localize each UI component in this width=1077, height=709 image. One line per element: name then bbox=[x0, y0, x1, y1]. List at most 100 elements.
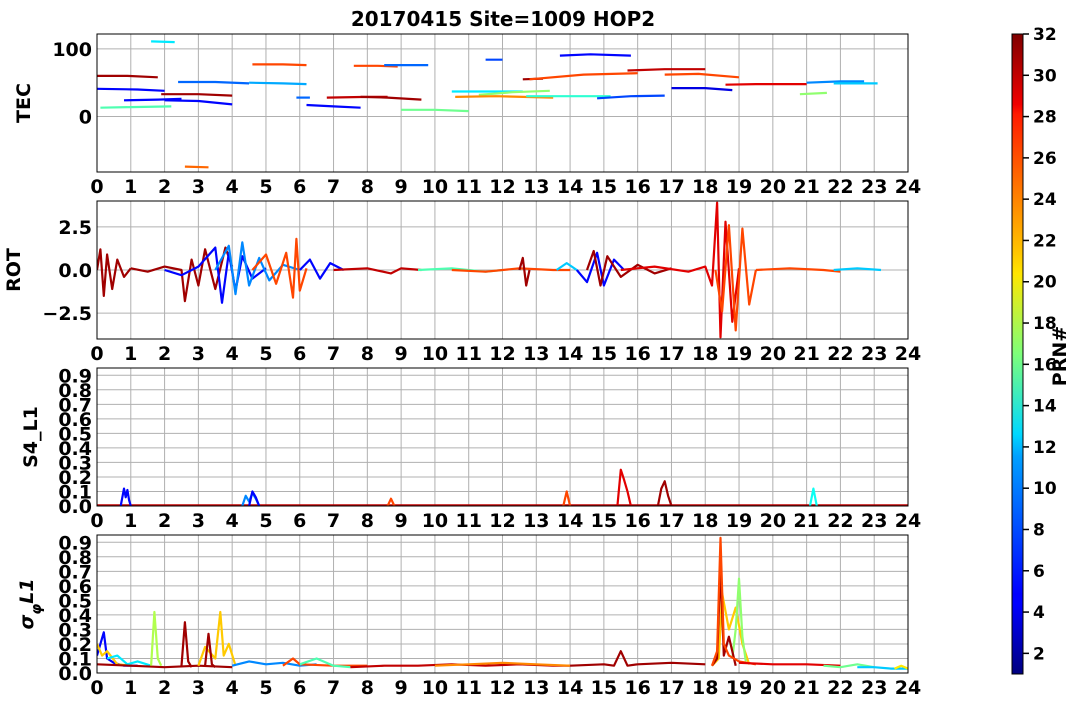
x-tick-label: 8 bbox=[361, 176, 374, 198]
x-tick-label: 5 bbox=[259, 176, 272, 198]
x-tick-label: 13 bbox=[523, 343, 549, 365]
x-tick-label: 4 bbox=[226, 510, 239, 532]
x-tick-label: 17 bbox=[658, 343, 684, 365]
x-tick-label: 11 bbox=[455, 343, 481, 365]
x-tick-label: 21 bbox=[793, 677, 819, 699]
series-line-prn-17 bbox=[799, 91, 827, 96]
x-tick-label: 2 bbox=[158, 176, 171, 198]
x-tick-label: 11 bbox=[455, 176, 481, 198]
colorbar: 2468101214161820222426283032 PRN# bbox=[1011, 25, 1071, 675]
x-tick-label: 10 bbox=[422, 510, 448, 532]
y-tick-label: 0 bbox=[79, 107, 92, 129]
colorbar-tick-label: 28 bbox=[1033, 108, 1057, 128]
x-tick-label: 2 bbox=[158, 677, 171, 699]
x-tick-label: 4 bbox=[226, 677, 239, 699]
series-line-prn-10 bbox=[249, 81, 307, 86]
x-tick-label: 6 bbox=[293, 677, 306, 699]
x-tick-label: 16 bbox=[624, 677, 650, 699]
x-tick-label: 16 bbox=[624, 176, 650, 198]
x-tick-label: 10 bbox=[422, 176, 448, 198]
y-tick-label: 100 bbox=[52, 39, 92, 61]
x-tick-label: 9 bbox=[395, 510, 408, 532]
colorbar-tick-label: 30 bbox=[1033, 66, 1057, 86]
series-line-prn-5 bbox=[559, 53, 631, 57]
x-tick-label: 12 bbox=[489, 510, 515, 532]
x-tick-label: 7 bbox=[327, 176, 340, 198]
x-tick-label: 4 bbox=[226, 343, 239, 365]
colorbar-label: PRN# bbox=[1049, 326, 1071, 386]
x-tick-label: 5 bbox=[259, 677, 272, 699]
x-tick-label: 3 bbox=[192, 677, 205, 699]
y-tick-label: 2.5 bbox=[58, 217, 92, 239]
colorbar-tick-label: 14 bbox=[1033, 397, 1057, 417]
x-tick-label: 18 bbox=[692, 343, 718, 365]
panel-3: 0 1 2 3 4 5 6 7 8 9 10 11 12 13 14 15 16 17 18 19 20 21 22 23 24… bbox=[20, 365, 921, 532]
x-tick-label: 16 bbox=[624, 343, 650, 365]
series-line-prn-29 bbox=[725, 82, 807, 86]
x-tick-label: 10 bbox=[422, 677, 448, 699]
panel-4: 0 1 2 3 4 5 6 7 8 9 10 11 12 13 14 15 16 17 18 19 20 21 22 23 24… bbox=[16, 532, 921, 699]
y-tick-label: −2.5 bbox=[42, 303, 92, 325]
x-tick-label: 16 bbox=[624, 510, 650, 532]
y-tick-label: 0.9 bbox=[58, 532, 92, 554]
x-tick-label: 18 bbox=[692, 176, 718, 198]
colorbar-tick-label: 4 bbox=[1033, 603, 1045, 623]
x-tick-label: 15 bbox=[591, 176, 617, 198]
x-tick-label: 8 bbox=[361, 343, 374, 365]
x-tick-label: 12 bbox=[489, 343, 515, 365]
chart-title: 20170415 Site=1009 HOP2 bbox=[351, 7, 655, 31]
x-tick-label: 20 bbox=[760, 176, 786, 198]
x-tick-label: 10 bbox=[422, 343, 448, 365]
x-tick-label: 17 bbox=[658, 677, 684, 699]
series-line-prn-25 bbox=[184, 165, 209, 169]
x-tick-label: 19 bbox=[726, 510, 752, 532]
x-tick-label: 14 bbox=[557, 677, 583, 699]
x-tick-label: 2 bbox=[158, 510, 171, 532]
x-tick-label: 4 bbox=[226, 176, 239, 198]
colorbar-tick-label: 22 bbox=[1033, 231, 1057, 251]
x-tick-label: 3 bbox=[192, 176, 205, 198]
x-tick-label: 23 bbox=[861, 343, 887, 365]
x-tick-label: 1 bbox=[124, 510, 137, 532]
x-tick-label: 19 bbox=[726, 677, 752, 699]
x-tick-label: 11 bbox=[455, 510, 481, 532]
y-axis-label: S4_L1 bbox=[20, 406, 42, 468]
x-tick-label: 0 bbox=[90, 176, 103, 198]
y-tick-label: 0.0 bbox=[58, 260, 92, 282]
x-tick-label: 8 bbox=[361, 677, 374, 699]
x-tick-label: 24 bbox=[895, 176, 921, 198]
x-tick-label: 14 bbox=[557, 176, 583, 198]
y-axis-label: TEC bbox=[13, 83, 35, 123]
x-tick-label: 1 bbox=[124, 343, 137, 365]
x-tick-label: 24 bbox=[895, 343, 921, 365]
x-tick-label: 21 bbox=[793, 343, 819, 365]
series-line-prn-12 bbox=[151, 40, 175, 44]
x-tick-label: 15 bbox=[591, 343, 617, 365]
x-tick-label: 20 bbox=[760, 343, 786, 365]
x-tick-label: 22 bbox=[827, 343, 853, 365]
x-tick-label: 0 bbox=[90, 343, 103, 365]
x-tick-label: 20 bbox=[760, 677, 786, 699]
series-line-prn-26 bbox=[252, 63, 307, 67]
x-tick-label: 7 bbox=[327, 677, 340, 699]
colorbar-gradient bbox=[1011, 33, 1024, 675]
x-tick-label: 6 bbox=[293, 343, 306, 365]
x-tick-label: 0 bbox=[90, 510, 103, 532]
x-tick-label: 5 bbox=[259, 510, 272, 532]
colorbar-tick-label: 32 bbox=[1033, 25, 1057, 45]
x-tick-label: 5 bbox=[259, 343, 272, 365]
colorbar-tick-label: 26 bbox=[1033, 149, 1057, 169]
x-tick-label: 23 bbox=[861, 677, 887, 699]
x-tick-label: 0 bbox=[90, 677, 103, 699]
x-tick-label: 23 bbox=[861, 510, 887, 532]
x-tick-label: 22 bbox=[827, 677, 853, 699]
x-tick-label: 22 bbox=[827, 510, 853, 532]
x-tick-label: 15 bbox=[591, 510, 617, 532]
x-tick-label: 21 bbox=[793, 510, 819, 532]
x-tick-label: 12 bbox=[489, 677, 515, 699]
y-tick-label: 0.9 bbox=[58, 365, 92, 387]
x-tick-label: 2 bbox=[158, 343, 171, 365]
x-tick-label: 6 bbox=[293, 176, 306, 198]
x-tick-label: 8 bbox=[361, 510, 374, 532]
x-tick-label: 9 bbox=[395, 343, 408, 365]
